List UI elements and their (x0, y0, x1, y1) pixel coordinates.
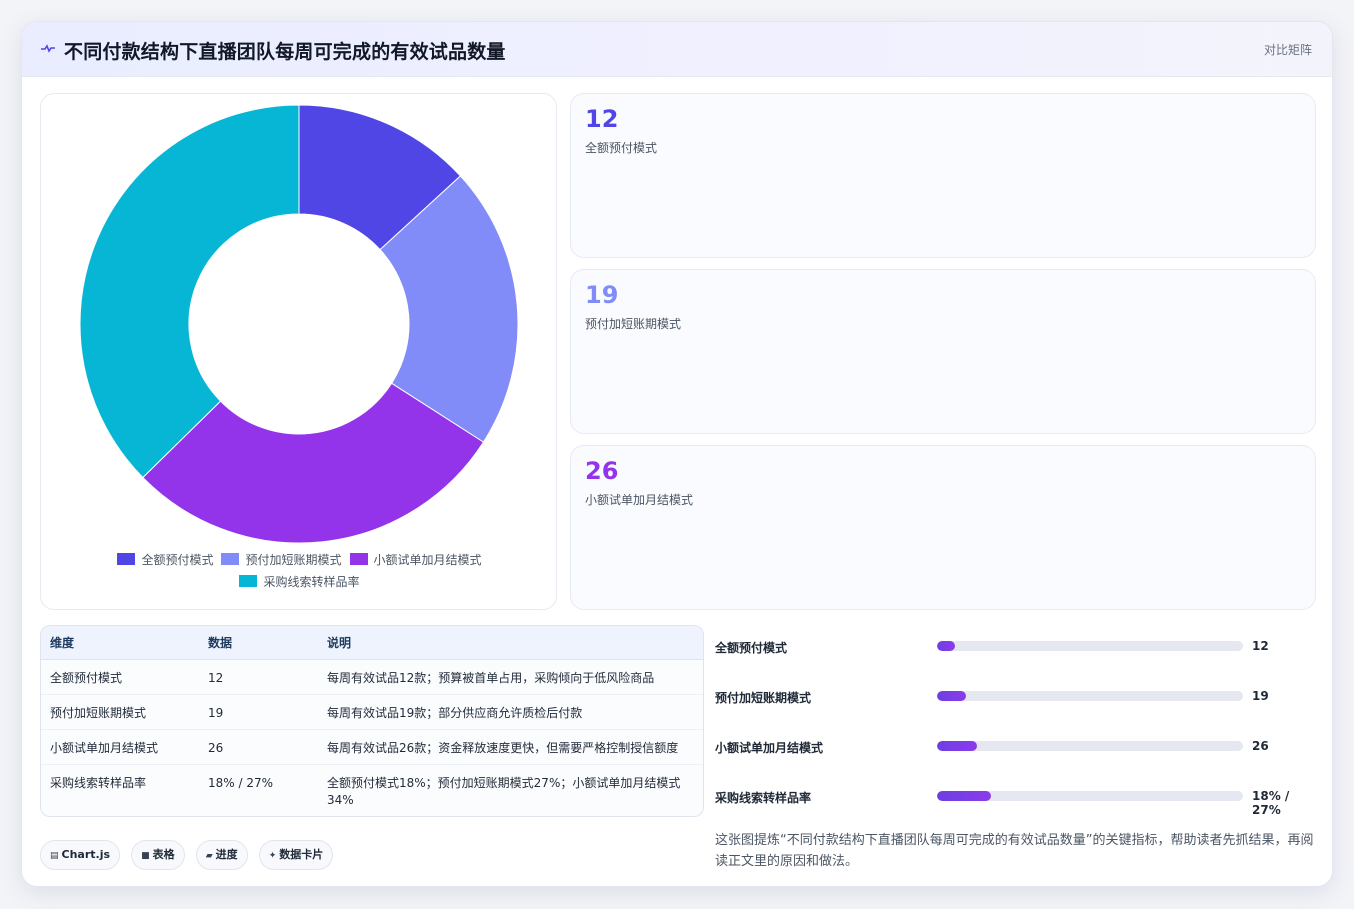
donut-chart-panel: 全额预付模式 预付加短账期模式 小额试单加月结模式 采购线索转样品率 (40, 93, 557, 610)
progress-value: 12 (1252, 639, 1269, 653)
legend-row: 全额预付模式 预付加短账期模式 小额试单加月结模式 (41, 549, 558, 571)
page-title: 不同付款结构下直播团队每周可完成的有效试品数量 (64, 41, 506, 63)
tech-chips: ▤ Chart.js ■ 表格 ▰ 进度 ✦ 数据卡片 (40, 840, 339, 870)
legend-label: 采购线索转样品率 (263, 575, 360, 589)
legend-swatch (239, 575, 258, 587)
progress-value: 18% / 27% (1252, 789, 1290, 817)
legend-row: 采购线索转样品率 (41, 571, 558, 593)
progress-row: 全额预付模式 12 (715, 636, 1315, 656)
stat-label: 全额预付模式 (585, 141, 658, 155)
stat-value: 19 (585, 281, 619, 309)
legend-item[interactable]: 采购线索转样品率 (239, 571, 360, 593)
table-row: 采购线索转样品率 18% / 27% 全额预付模式18%；预付加短账期模式27%… (41, 764, 703, 816)
table-cell: 18% / 27% (208, 775, 274, 790)
table-header: 维度 (41, 626, 199, 660)
chip-label: 表格 (152, 848, 175, 861)
chip-data-cards[interactable]: ✦ 数据卡片 (258, 840, 334, 870)
progress-track (937, 691, 1243, 701)
table-icon: ■ (141, 851, 150, 861)
stat-label: 小额试单加月结模式 (585, 493, 694, 507)
progress-fill (937, 741, 977, 751)
card-header: 不同付款结构下直播团队每周可完成的有效试品数量 对比矩阵 (22, 22, 1332, 77)
progress-row: 小额试单加月结模式 26 (715, 736, 1315, 756)
progress-label: 小额试单加月结模式 (715, 741, 824, 755)
progress-value: 19 (1252, 689, 1269, 703)
legend-label: 全额预付模式 (141, 553, 214, 567)
donut-slice[interactable] (79, 104, 300, 479)
progress-track (937, 791, 1243, 801)
stat-value: 26 (585, 457, 619, 485)
report-card: 不同付款结构下直播团队每周可完成的有效试品数量 对比矩阵 全额预付模式 预付加短账… (21, 21, 1333, 887)
legend-swatch (349, 553, 368, 565)
legend-item[interactable]: 全额预付模式 (117, 549, 213, 571)
progress-row: 预付加短账期模式 19 (715, 686, 1315, 706)
progress-row: 采购线索转样品率 18% / 27% (715, 786, 1315, 817)
progress-icon: ▰ (205, 851, 213, 861)
progress-track (937, 741, 1243, 751)
legend-item[interactable]: 小额试单加月结模式 (349, 549, 482, 571)
progress-label: 采购线索转样品率 (715, 791, 812, 805)
progress-label: 预付加短账期模式 (715, 691, 812, 705)
stat-card-small-trial-monthly: 26 小额试单加月结模式 (570, 445, 1316, 610)
chart-icon: ▤ (50, 851, 59, 861)
table-header-row: 维度 数据 说明 (41, 626, 703, 660)
summary-note: 这张图提炼“不同付款结构下直播团队每周可完成的有效试品数量”的关键指标，帮助读者… (715, 833, 1314, 869)
table-header: 说明 (318, 626, 703, 660)
chip-label: 数据卡片 (279, 848, 324, 861)
table-cell: 预付加短账期模式 (41, 694, 199, 730)
stat-card-full-prepay: 12 全额预付模式 (570, 93, 1316, 258)
stat-value: 12 (585, 105, 619, 133)
legend-swatch (221, 553, 240, 565)
chart-legend: 全额预付模式 预付加短账期模式 小额试单加月结模式 采购线索转样品率 (41, 549, 558, 593)
table-cell: 12 (199, 659, 318, 695)
legend-item[interactable]: 预付加短账期模式 (221, 549, 342, 571)
table-cell: 每周有效试品26款；资金释放速度更快，但需要严格控制授信额度 (318, 729, 703, 765)
chip-label: Chart.js (61, 848, 111, 861)
table-cell: 全额预付模式 (41, 659, 199, 695)
progress-track (937, 641, 1243, 651)
table-cell: 每周有效试品12款；预算被首单占用，采购倾向于低风险商品 (318, 659, 703, 695)
stat-card-prepay-short-term: 19 预付加短账期模式 (570, 269, 1316, 434)
legend-label: 预付加短账期模式 (245, 553, 342, 567)
data-table: 维度 数据 说明 全额预付模式 12 每周有效试品12款；预算被首单占用，采购倾… (40, 625, 704, 817)
progress-fill (937, 691, 967, 701)
view-tag: 对比矩阵 (1263, 43, 1312, 57)
table-cell: 26 (199, 729, 318, 765)
stat-label: 预付加短账期模式 (585, 317, 682, 331)
table-cell: 采购线索转样品率 (50, 775, 147, 790)
chip-label: 进度 (215, 848, 238, 861)
progress-fill (937, 791, 991, 801)
chip-progress[interactable]: ▰ 进度 (195, 840, 248, 870)
table-row: 小额试单加月结模式 26 每周有效试品26款；资金释放速度更快，但需要严格控制授… (41, 729, 703, 765)
table-cell: 每周有效试品19款；部分供应商允许质检后付款 (318, 694, 703, 730)
progress-label: 全额预付模式 (715, 641, 788, 655)
table-row: 预付加短账期模式 19 每周有效试品19款；部分供应商允许质检后付款 (41, 694, 703, 730)
chip-table[interactable]: ■ 表格 (131, 840, 185, 870)
legend-label: 小额试单加月结模式 (373, 553, 482, 567)
donut-chart (79, 104, 519, 544)
progress-value: 26 (1252, 739, 1269, 753)
chip-chartjs[interactable]: ▤ Chart.js (40, 840, 121, 870)
table-row: 全额预付模式 12 每周有效试品12款；预算被首单占用，采购倾向于低风险商品 (41, 659, 703, 695)
table-cell: 小额试单加月结模式 (41, 729, 199, 765)
table-header: 数据 (199, 626, 318, 660)
table-cell: 19 (199, 694, 318, 730)
progress-fill (937, 641, 956, 651)
table-cell: 全额预付模式18%；预付加短账期模式27%；小额试单加月结模式34% (327, 775, 681, 807)
legend-swatch (117, 553, 136, 565)
pulse-icon (41, 44, 55, 53)
sparkle-icon: ✦ (268, 851, 277, 861)
